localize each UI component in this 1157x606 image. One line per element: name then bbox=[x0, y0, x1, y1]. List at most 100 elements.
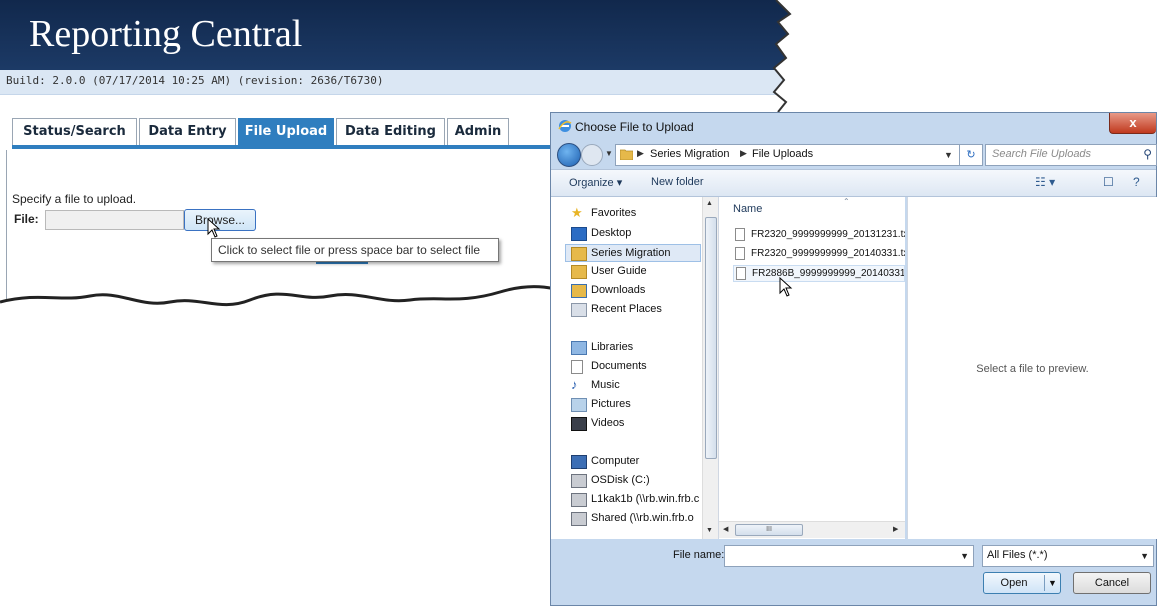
text-file-icon bbox=[735, 247, 745, 260]
chevron-down-icon[interactable]: ▼ bbox=[1140, 551, 1149, 561]
pictures-icon bbox=[571, 398, 587, 412]
new-folder-button[interactable]: New folder bbox=[651, 176, 704, 188]
nav-item-downloads[interactable]: Downloads bbox=[551, 282, 701, 300]
column-header-name[interactable]: Name bbox=[733, 203, 762, 215]
nav-label: OSDisk (C:) bbox=[591, 474, 650, 486]
file-item[interactable]: FR2886B_9999999999_20140331. bbox=[733, 265, 905, 282]
text-file-icon bbox=[736, 267, 746, 280]
button-divider bbox=[1044, 575, 1045, 591]
nav-item-desktop[interactable]: Desktop bbox=[551, 225, 701, 243]
preview-message: Select a file to preview. bbox=[976, 363, 1089, 375]
hscroll-thumb[interactable]: III bbox=[735, 524, 803, 536]
folder-icon bbox=[620, 149, 633, 160]
search-icon[interactable]: ⚲ bbox=[1143, 147, 1152, 161]
nav-scrollbar[interactable]: ▲ ▼ bbox=[702, 197, 718, 539]
open-button-label: Open bbox=[1000, 577, 1028, 589]
chevron-down-icon[interactable]: ▼ bbox=[960, 551, 969, 561]
view-options-icon[interactable]: ☷ ▾ bbox=[1035, 175, 1055, 189]
address-row: ▼ ▶ Series Migration ▶ File Uploads ▼ ↻ … bbox=[551, 141, 1157, 167]
file-item[interactable]: FR2320_9999999999_20131231.tx bbox=[733, 227, 905, 244]
open-button[interactable]: Open ▼ bbox=[983, 572, 1061, 594]
nav-label: Videos bbox=[591, 417, 625, 429]
nav-item-recent-places[interactable]: Recent Places bbox=[551, 301, 701, 319]
address-bar[interactable]: ▶ Series Migration ▶ File Uploads ▼ bbox=[615, 144, 961, 166]
preview-pane: Select a file to preview. bbox=[907, 197, 1157, 539]
organize-button[interactable]: Organize ▾ bbox=[569, 176, 622, 189]
file-name: FR2320_9999999999_20140331.tx bbox=[751, 248, 905, 259]
scroll-left-icon[interactable]: ◀ bbox=[723, 525, 728, 533]
nav-item-network-drive[interactable]: L1kak1b (\\rb.win.frb.c bbox=[551, 491, 701, 509]
file-type-filter[interactable]: All Files (*.*) ▼ bbox=[982, 545, 1154, 567]
recent-places-icon bbox=[571, 303, 587, 317]
history-dropdown-icon[interactable]: ▼ bbox=[605, 149, 613, 158]
breadcrumb-series-migration[interactable]: Series Migration bbox=[650, 148, 729, 160]
scroll-up-icon[interactable]: ▲ bbox=[706, 200, 713, 207]
network-drive-icon bbox=[571, 493, 587, 507]
close-button[interactable]: x bbox=[1109, 113, 1156, 134]
file-name: FR2320_9999999999_20131231.tx bbox=[751, 229, 905, 240]
dialog-title: Choose File to Upload bbox=[575, 120, 694, 134]
search-box[interactable]: Search File Uploads ⚲ bbox=[985, 144, 1157, 166]
cancel-button[interactable]: Cancel bbox=[1073, 572, 1151, 594]
back-button[interactable] bbox=[557, 143, 581, 167]
scroll-right-icon[interactable]: ▶ bbox=[893, 525, 898, 533]
file-type-value: All Files (*.*) bbox=[987, 549, 1048, 561]
scroll-thumb[interactable] bbox=[705, 217, 717, 459]
nav-libraries[interactable]: Libraries bbox=[551, 339, 701, 357]
file-item[interactable]: FR2320_9999999999_20140331.tx bbox=[733, 246, 905, 263]
scroll-down-icon[interactable]: ▼ bbox=[706, 527, 713, 534]
forward-button[interactable] bbox=[581, 144, 603, 166]
nav-computer[interactable]: Computer bbox=[551, 453, 701, 471]
breadcrumb-arrow-icon: ▶ bbox=[637, 148, 644, 158]
dialog-toolbar: Organize ▾ New folder ☷ ▾ ☐ ? bbox=[551, 169, 1156, 197]
nav-item-user-guide[interactable]: User Guide bbox=[551, 263, 701, 281]
nav-favorites[interactable]: ★ Favorites bbox=[551, 205, 701, 223]
nav-label: Recent Places bbox=[591, 303, 662, 315]
nav-item-shared-drive[interactable]: Shared (\\rb.win.frb.o bbox=[551, 510, 701, 528]
file-name: FR2886B_9999999999_20140331. bbox=[752, 268, 905, 279]
nav-item-music[interactable]: ♪ Music bbox=[551, 377, 701, 395]
nav-item-videos[interactable]: Videos bbox=[551, 415, 701, 433]
nav-label: Pictures bbox=[591, 398, 631, 410]
downloads-folder-icon bbox=[571, 284, 587, 298]
drive-icon bbox=[571, 474, 587, 488]
nav-item-documents[interactable]: Documents bbox=[551, 358, 701, 376]
nav-label: L1kak1b (\\rb.win.frb.c bbox=[591, 493, 700, 505]
mouse-cursor-icon bbox=[779, 277, 793, 297]
nav-libraries-label: Libraries bbox=[591, 341, 634, 353]
file-list-hscrollbar[interactable]: ◀ III ▶ bbox=[719, 521, 905, 538]
star-icon: ★ bbox=[571, 205, 583, 220]
folder-icon bbox=[571, 265, 587, 279]
address-dropdown-icon[interactable]: ▼ bbox=[944, 150, 953, 160]
nav-favorites-label: Favorites bbox=[591, 207, 637, 219]
nav-label: Shared (\\rb.win.frb.o bbox=[591, 512, 694, 524]
file-list-pane: ⌃ Name FR2320_9999999999_20131231.tx FR2… bbox=[719, 197, 905, 539]
nav-label: User Guide bbox=[591, 265, 647, 277]
videos-icon bbox=[571, 417, 587, 431]
network-drive-icon bbox=[571, 512, 587, 526]
breadcrumb-arrow-icon: ▶ bbox=[740, 148, 747, 158]
nav-label: Documents bbox=[591, 360, 647, 372]
nav-item-pictures[interactable]: Pictures bbox=[551, 396, 701, 414]
breadcrumb-file-uploads[interactable]: File Uploads bbox=[752, 148, 813, 160]
desktop-icon bbox=[571, 227, 587, 241]
file-name-input[interactable]: ▼ bbox=[724, 545, 974, 567]
refresh-icon[interactable]: ↻ bbox=[959, 144, 983, 166]
nav-computer-label: Computer bbox=[591, 455, 640, 467]
music-icon: ♪ bbox=[571, 377, 578, 392]
nav-label: Series Migration bbox=[591, 247, 671, 259]
help-icon[interactable]: ? bbox=[1133, 175, 1140, 189]
mouse-cursor-icon bbox=[207, 218, 221, 238]
computer-icon bbox=[571, 455, 587, 469]
documents-icon bbox=[571, 360, 583, 374]
dialog-titlebar[interactable]: Choose File to Upload x bbox=[551, 113, 1156, 141]
nav-label: Desktop bbox=[591, 227, 632, 239]
nav-item-series-migration[interactable]: Series Migration bbox=[565, 244, 701, 262]
nav-item-osdisk[interactable]: OSDisk (C:) bbox=[551, 472, 701, 490]
sort-arrow-icon: ⌃ bbox=[843, 197, 850, 206]
preview-pane-icon[interactable]: ☐ bbox=[1103, 175, 1114, 189]
open-options-dropdown-icon[interactable]: ▼ bbox=[1048, 578, 1057, 588]
folder-icon bbox=[571, 247, 587, 261]
search-placeholder: Search File Uploads bbox=[992, 148, 1092, 160]
ie-icon bbox=[558, 120, 572, 132]
